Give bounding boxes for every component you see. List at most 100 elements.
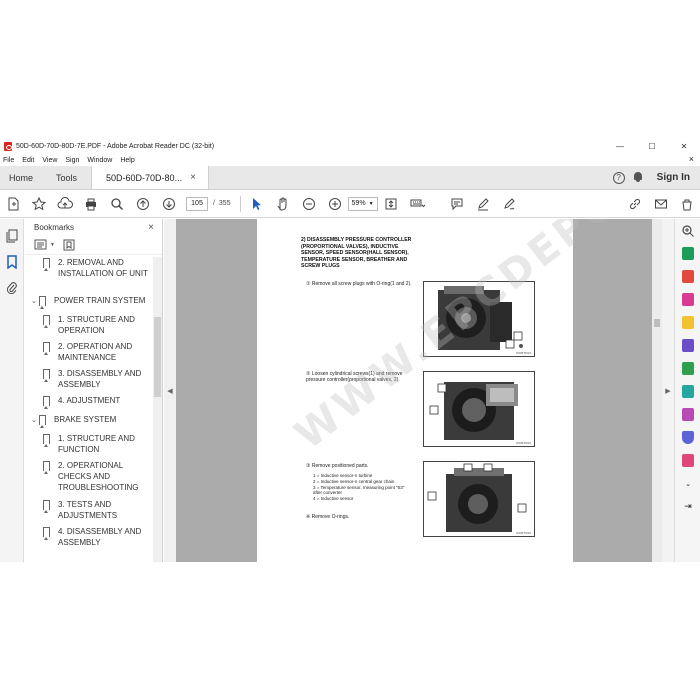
draw-sign-icon[interactable]: [496, 190, 522, 218]
page-total: / 355: [213, 200, 231, 207]
bookmark-item[interactable]: 4. ADJUSTMENT: [43, 395, 151, 409]
combine-files-icon[interactable]: [675, 334, 700, 357]
comment-icon[interactable]: [444, 190, 470, 218]
bookmark-item[interactable]: 2. OPERATION AND MAINTENANCE: [43, 341, 151, 363]
menu-window[interactable]: Window: [87, 157, 112, 164]
search-zoom-icon[interactable]: [675, 219, 700, 242]
bookmark-item[interactable]: 2. REMOVAL AND INSTALLATION OF UNIT: [43, 257, 151, 279]
left-navigation-rail: [0, 219, 24, 562]
maximize-button[interactable]: ☐: [636, 138, 668, 154]
section-heading: 2) DISASSEMBLY PRESSURE CONTROLLER (PROP…: [301, 237, 412, 269]
create-pdf-icon[interactable]: [0, 190, 26, 218]
bookmarks-panel-icon[interactable]: [0, 249, 24, 275]
previous-page-icon[interactable]: [130, 190, 156, 218]
page-fit-icon[interactable]: [378, 190, 404, 218]
title-bar: 50D-60D-70D-80D-7E.PDF - Adobe Acrobat R…: [0, 138, 700, 154]
bookmark-item[interactable]: 1. STRUCTURE AND FUNCTION: [43, 433, 151, 455]
find-magnifier-icon[interactable]: [104, 190, 130, 218]
bookmark-item[interactable]: 2. OPERATIONAL CHECKS AND TROUBLESHOOTIN…: [43, 460, 151, 493]
bookmarks-scrollbar[interactable]: [153, 257, 162, 562]
edit-pdf-icon[interactable]: [675, 288, 700, 311]
bookmark-icon: [39, 415, 46, 428]
expand-bookmark-icon[interactable]: [63, 239, 75, 251]
menu-view[interactable]: View: [42, 157, 57, 164]
tab-document[interactable]: 50D-60D-70D-80... ×: [91, 166, 210, 189]
hand-tool-icon[interactable]: [270, 190, 296, 218]
menu-close-icon[interactable]: ×: [689, 154, 694, 164]
organize-pages-icon[interactable]: [675, 357, 700, 380]
notifications-bell-icon[interactable]: [633, 172, 643, 183]
tab-home[interactable]: Home: [0, 166, 42, 189]
keyboard-icon[interactable]: [404, 190, 430, 218]
print-icon[interactable]: [78, 190, 104, 218]
help-icon[interactable]: ?: [612, 171, 625, 184]
cloud-upload-icon[interactable]: [52, 190, 78, 218]
bookmark-item[interactable]: ⌄ POWER TRAIN SYSTEM: [31, 295, 151, 309]
zoom-out-icon[interactable]: [296, 190, 322, 218]
collapse-left-panel-icon[interactable]: ◀: [164, 219, 176, 562]
document-scrollbar[interactable]: [652, 219, 662, 562]
next-page-icon[interactable]: [156, 190, 182, 218]
close-panel-icon[interactable]: ×: [148, 222, 154, 233]
chevron-down-icon[interactable]: ⌄: [31, 296, 39, 307]
toolbar-divider: [239, 195, 241, 212]
menu-edit[interactable]: Edit: [22, 157, 34, 164]
main-toolbar: 105 / 355 59% ▼: [0, 190, 700, 218]
menu-help[interactable]: Help: [120, 157, 134, 164]
menu-file[interactable]: File: [3, 157, 14, 164]
select-cursor-icon[interactable]: [244, 190, 270, 218]
bookmark-item[interactable]: 4. DISASSEMBLY AND ASSEMBLY: [43, 526, 151, 548]
protect-shield-icon[interactable]: [675, 426, 700, 449]
create-pdf-tool-icon[interactable]: [675, 265, 700, 288]
bookmark-icon: [43, 434, 50, 447]
highlight-pen-icon[interactable]: [470, 190, 496, 218]
bookmark-icon: [43, 342, 50, 355]
zoom-in-icon[interactable]: [322, 190, 348, 218]
bookmark-icon: [39, 296, 46, 309]
share-link-icon[interactable]: [622, 190, 648, 218]
compress-pdf-icon[interactable]: [675, 449, 700, 472]
page-thumbnails-icon[interactable]: [0, 223, 24, 249]
bookmark-icon: [43, 258, 50, 271]
fill-sign-icon[interactable]: [675, 403, 700, 426]
sign-in-button[interactable]: Sign In: [657, 172, 690, 183]
tab-bar: Home Tools 50D-60D-70D-80... × ? Sign In: [0, 166, 700, 190]
page-number-input[interactable]: 105: [186, 196, 208, 211]
more-tools-icon[interactable]: [674, 190, 700, 218]
tab-close-icon[interactable]: ×: [190, 172, 196, 183]
tab-tools[interactable]: Tools: [42, 166, 91, 189]
bookmark-icon: [43, 369, 50, 382]
menu-sign[interactable]: Sign: [65, 157, 79, 164]
bookmark-icon: [43, 500, 50, 513]
collapse-pane-icon[interactable]: ⇥: [675, 495, 700, 518]
bookmarks-toolbar: ▼: [25, 235, 162, 255]
bookmark-item[interactable]: 3. DISASSEMBLY AND ASSEMBLY: [43, 368, 151, 390]
export-pdf-icon[interactable]: [675, 242, 700, 265]
minimize-button[interactable]: —: [604, 138, 636, 154]
transmission-photo-3: D505TM16: [423, 461, 535, 537]
expand-right-panel-icon[interactable]: ▶: [662, 219, 674, 562]
bookmark-icon: [43, 527, 50, 540]
comment-tool-icon[interactable]: [675, 311, 700, 334]
acrobat-pdf-icon: [4, 141, 12, 151]
bookmarks-title: Bookmarks: [34, 222, 75, 232]
close-window-button[interactable]: ✕: [668, 138, 700, 154]
chevron-down-icon[interactable]: ⌄: [31, 415, 39, 426]
bookmark-options-icon[interactable]: ▼: [34, 239, 55, 250]
step-1-text: ① Remove all screw plugs with O-ring(1 a…: [306, 281, 412, 287]
attachments-paperclip-icon[interactable]: [0, 275, 24, 301]
zoom-level-value: 59%: [351, 200, 366, 207]
scrollbar-thumb[interactable]: [654, 319, 660, 327]
scrollbar-thumb[interactable]: [154, 317, 161, 397]
more-tools-pane-icon[interactable]: ⌄: [675, 472, 700, 495]
pdf-page: 2) DISASSEMBLY PRESSURE CONTROLLER (PROP…: [257, 219, 674, 562]
bookmark-item[interactable]: 3. TESTS AND ADJUSTMENTS: [43, 499, 151, 521]
bookmark-star-icon[interactable]: [26, 190, 52, 218]
scan-ocr-icon[interactable]: [675, 380, 700, 403]
bookmark-icon: [43, 461, 50, 474]
bookmark-icon: [43, 396, 50, 409]
email-icon[interactable]: [648, 190, 674, 218]
bookmark-item[interactable]: 1. STRUCTURE AND OPERATION: [43, 314, 151, 336]
zoom-level-select[interactable]: 59% ▼: [347, 196, 378, 211]
bookmark-item[interactable]: ⌄ BRAKE SYSTEM: [31, 414, 151, 428]
